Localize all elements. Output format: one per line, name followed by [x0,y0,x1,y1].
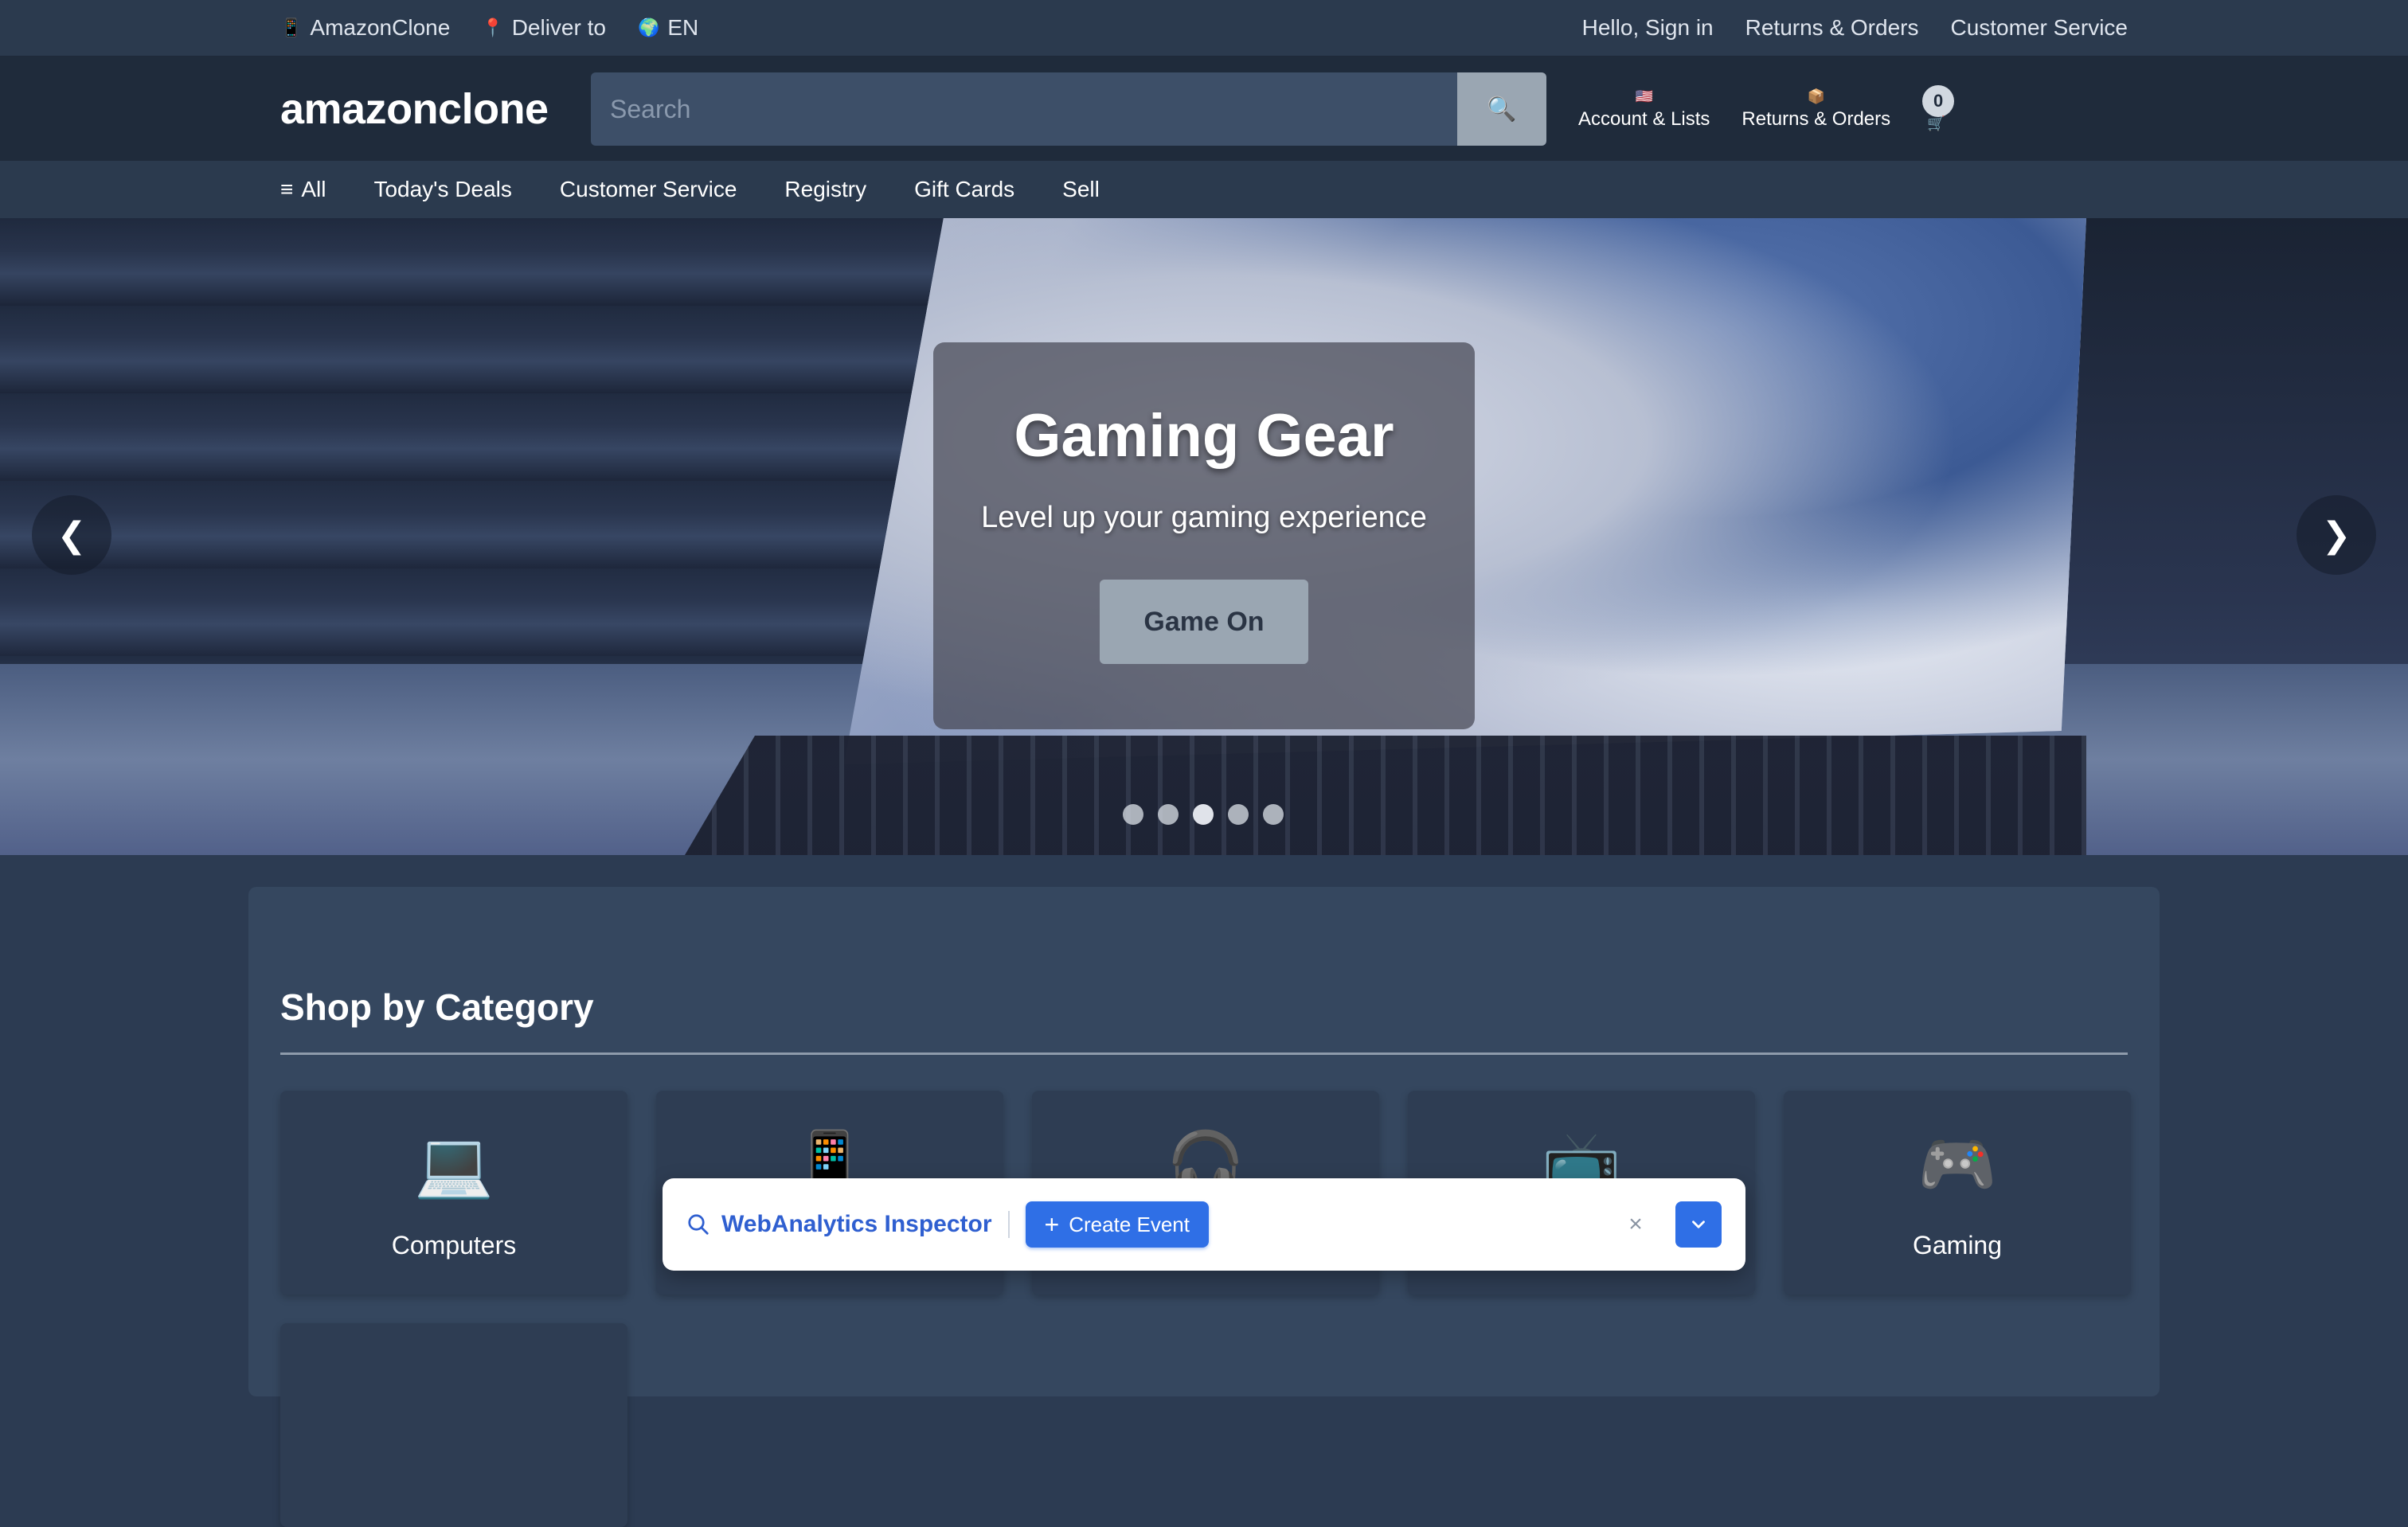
nav-bar: ≡ All Today's Deals Customer Service Reg… [0,161,2408,218]
nav-gift-cards[interactable]: Gift Cards [914,177,1014,202]
globe-icon: 🌍 [637,18,660,37]
pin-icon: 📍 [482,18,504,37]
chevron-left-icon: ❮ [57,515,87,555]
search-bar: 🔍 [591,72,1546,146]
deliver-to-label: Deliver to [511,15,606,40]
account-lists-link[interactable]: 🇺🇸 Account & Lists [1578,88,1710,131]
deliver-to-link[interactable]: 📍 Deliver to [482,15,606,41]
section-title: Shop by Category [280,986,594,1028]
returns-orders-link[interactable]: Returns & Orders [1745,15,1919,41]
carousel-dot[interactable] [1158,804,1179,825]
create-event-label: Create Event [1069,1212,1190,1236]
inspector-title: WebAnalytics Inspector [721,1211,992,1237]
chevron-right-icon: ❯ [2321,515,2351,555]
language-selector[interactable]: 🌍 EN [638,15,698,41]
carousel-dot[interactable] [1263,804,1284,825]
inspector-divider [1007,1211,1010,1238]
cart-icon: 🛒 [1927,115,1945,131]
nav-all-menu[interactable]: ≡ All [280,177,326,202]
top-bar-right: Hello, Sign in Returns & Orders Customer… [1582,15,2128,41]
category-label: Gaming [1912,1231,2003,1259]
inspector-close-button[interactable]: × [1618,1207,1653,1242]
category-label: Computers [391,1231,517,1259]
header-returns-orders-link[interactable]: 📦 Returns & Orders [1742,88,1890,131]
search-button[interactable]: 🔍 [1457,72,1546,146]
phone-icon: 📱 [280,18,303,37]
brand-label: AmazonClone [310,15,451,40]
laptop-icon: 💻 [414,1129,494,1200]
carousel-dot[interactable] [1228,804,1249,825]
section-divider [280,1052,2128,1055]
top-bar-left: 📱 AmazonClone 📍 Deliver to 🌍 EN [280,15,698,41]
hero-subtitle: Level up your gaming experience [981,501,1427,534]
shop-by-category-section: Shop by Category 💻 Computers 📱 🎧 📺 🎮 Gam… [248,887,2160,1527]
analytics-inspector-toolbar: WebAnalytics Inspector + Create Event × [663,1178,1745,1271]
gamepad-icon: 🎮 [1917,1129,1997,1200]
cart-button[interactable]: 0 🛒 [1922,85,1957,133]
nav-customer-service[interactable]: Customer Service [560,177,737,202]
nav-todays-deals[interactable]: Today's Deals [373,177,511,202]
hero-cta-button[interactable]: Game On [1100,580,1308,664]
nav-sell[interactable]: Sell [1062,177,1100,202]
cart-count-badge: 0 [1922,85,1955,117]
category-card-gaming[interactable]: 🎮 Gaming [1784,1091,2131,1295]
close-icon: × [1628,1211,1643,1237]
carousel-dot[interactable] [1193,804,1214,825]
package-icon: 📦 [1807,88,1825,104]
search-input[interactable] [591,72,1457,146]
header-returns-orders-label: Returns & Orders [1742,107,1891,130]
top-bar: 📱 AmazonClone 📍 Deliver to 🌍 EN Hello, S… [0,0,2408,57]
site-logo[interactable]: amazonclone [280,84,591,134]
create-event-button[interactable]: + Create Event [1025,1201,1209,1248]
hamburger-icon: ≡ [280,177,294,201]
carousel-dots [1123,804,1284,825]
carousel-prev-button[interactable]: ❮ [32,495,111,575]
language-label: EN [667,15,699,40]
carousel-dot[interactable] [1123,804,1143,825]
search-icon [688,1214,709,1235]
flag-icon: 🇺🇸 [1635,88,1653,104]
carousel-next-button[interactable]: ❯ [2297,495,2376,575]
hero-laptop-keyboard [685,736,2086,855]
category-card-computers[interactable]: 💻 Computers [280,1091,627,1295]
hero-caption-card: Gaming Gear Level up your gaming experie… [933,342,1475,729]
main-header: amazonclone 🔍 🇺🇸 Account & Lists 📦 Retur… [0,57,2408,161]
customer-service-link[interactable]: Customer Service [1950,15,2128,41]
nav-registry[interactable]: Registry [784,177,866,202]
inspector-expand-button[interactable] [1675,1201,1722,1248]
inspector-brand: WebAnalytics Inspector [686,1211,992,1238]
account-lists-label: Account & Lists [1578,107,1710,130]
chevron-down-icon [1692,1220,1705,1228]
category-card-next-row[interactable] [280,1323,627,1527]
search-icon: 🔍 [1487,96,1517,123]
hero-carousel: ❮ ❯ Gaming Gear Level up your gaming exp… [0,218,2408,855]
plus-icon: + [1044,1210,1060,1239]
brand-link[interactable]: 📱 AmazonClone [280,15,450,41]
sign-in-link[interactable]: Hello, Sign in [1582,15,1714,41]
hero-title: Gaming Gear [1014,402,1394,470]
nav-all-label: All [301,177,326,201]
